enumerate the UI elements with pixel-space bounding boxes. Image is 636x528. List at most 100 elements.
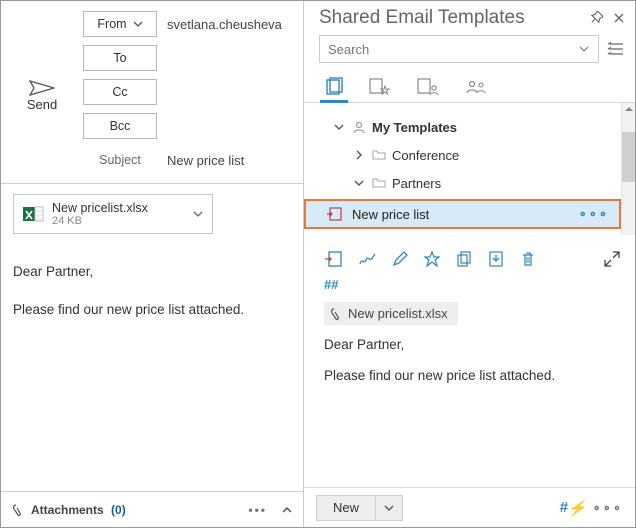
templates-pane: Shared Email Templates Search <box>304 1 635 527</box>
paperclip-icon <box>11 503 25 517</box>
chevron-down-icon <box>578 43 590 55</box>
chevron-down-icon <box>133 19 143 29</box>
copy-button[interactable] <box>456 251 472 267</box>
send-icon <box>29 79 55 97</box>
cc-button[interactable]: Cc <box>83 79 157 105</box>
search-input[interactable]: Search <box>319 35 599 63</box>
panel-title: Shared Email Templates <box>319 7 589 29</box>
to-label: To <box>113 51 126 65</box>
footer-more-button[interactable]: ∘∘∘ <box>593 500 623 516</box>
triangle-up-icon <box>622 103 636 115</box>
attachment-name: New pricelist.xlsx <box>52 201 192 215</box>
preview-attachment-name: New pricelist.xlsx <box>348 306 448 321</box>
close-icon <box>613 12 625 24</box>
compose-footer: Attachments (0) ••• <box>1 491 303 527</box>
footer-attachments-label[interactable]: Attachments (0) <box>31 503 126 517</box>
from-button[interactable]: From <box>83 11 157 37</box>
favorites-icon <box>368 77 392 97</box>
favorite-button[interactable] <box>424 251 440 267</box>
close-button[interactable] <box>613 12 625 24</box>
insert-template-icon <box>326 207 342 221</box>
scroll-thumb[interactable] <box>622 132 635 182</box>
subject-value[interactable]: New price list <box>167 153 303 168</box>
scrollbar[interactable] <box>621 103 635 235</box>
chevron-up-icon <box>281 504 293 516</box>
to-button[interactable]: To <box>83 45 157 71</box>
import-button[interactable] <box>488 251 504 267</box>
person-icon <box>352 120 366 134</box>
new-button-dropdown[interactable] <box>375 496 402 520</box>
trash-icon <box>520 251 536 267</box>
chevron-down-icon <box>384 503 394 513</box>
excel-icon <box>22 203 44 225</box>
preview-hash: ## <box>324 277 620 292</box>
new-button-label: New <box>317 496 375 520</box>
more-options-button[interactable]: ••• <box>248 503 267 517</box>
tab-shared[interactable] <box>416 71 440 102</box>
preview-toolbar <box>304 235 635 277</box>
macros-button[interactable]: #⚡ <box>560 499 587 517</box>
handwriting-icon <box>358 251 376 267</box>
edit-button[interactable] <box>392 251 408 267</box>
delete-button[interactable] <box>520 251 536 267</box>
chevron-down-icon[interactable] <box>192 208 204 220</box>
import-icon <box>488 251 504 267</box>
tabs-row <box>304 67 635 103</box>
tree-folder-label: Partners <box>392 176 441 191</box>
folder-icon <box>372 177 386 189</box>
compose-pane: Send From svetlana.cheusheva To <box>1 1 304 527</box>
options-button[interactable] <box>607 41 625 57</box>
tree-folder-conference[interactable]: Conference <box>304 141 621 169</box>
compose-header: Send From svetlana.cheusheva To <box>1 1 303 184</box>
copy-icon <box>456 251 472 267</box>
pin-button[interactable] <box>589 11 603 25</box>
expand-icon <box>604 251 620 267</box>
send-label: Send <box>27 97 57 112</box>
options-icon <box>607 41 625 57</box>
folder-icon <box>372 149 386 161</box>
paste-icon <box>324 251 342 267</box>
tree-folder-label: Conference <box>392 148 459 163</box>
handwriting-button[interactable] <box>358 251 376 267</box>
preview-line: Please find our new price list attached. <box>324 368 620 383</box>
template-icon <box>324 77 344 97</box>
templates-footer: New #⚡ ∘∘∘ <box>304 487 635 527</box>
tab-templates[interactable] <box>324 71 344 102</box>
app-window: Send From svetlana.cheusheva To <box>0 0 636 528</box>
body-line: Please find our new price list attached. <box>13 300 291 320</box>
search-placeholder: Search <box>328 42 578 57</box>
send-button[interactable]: Send <box>27 79 57 112</box>
attachment-size: 24 KB <box>52 215 192 227</box>
from-value[interactable]: svetlana.cheusheva <box>167 17 303 32</box>
template-preview: ## New pricelist.xlsx Dear Partner, Plea… <box>304 277 635 407</box>
template-tree: My Templates Conference Partners New pri… <box>304 103 635 235</box>
cc-label: Cc <box>112 85 127 99</box>
from-label: From <box>97 17 126 31</box>
shared-icon <box>416 77 440 97</box>
paste-button[interactable] <box>324 251 342 267</box>
bcc-button[interactable]: Bcc <box>83 113 157 139</box>
teams-icon <box>464 77 488 97</box>
pencil-icon <box>392 251 408 267</box>
tree-root-my-templates[interactable]: My Templates <box>304 113 621 141</box>
bcc-label: Bcc <box>110 119 131 133</box>
body-greeting: Dear Partner, <box>13 262 291 282</box>
tree-folder-partners[interactable]: Partners <box>304 169 621 197</box>
preview-greeting: Dear Partner, <box>324 337 620 352</box>
chevron-down-icon <box>334 122 344 132</box>
tree-item-selected[interactable]: New price list ∘∘∘ <box>304 199 621 229</box>
chevron-right-icon <box>354 150 364 160</box>
star-icon <box>424 251 440 267</box>
chevron-down-icon <box>354 178 364 188</box>
preview-attachment[interactable]: New pricelist.xlsx <box>324 302 458 325</box>
expand-button[interactable] <box>604 251 620 267</box>
paperclip-icon <box>330 307 342 321</box>
compose-body[interactable]: Dear Partner, Please find our new price … <box>1 242 303 491</box>
attachment-card[interactable]: New pricelist.xlsx 24 KB <box>13 194 213 234</box>
tab-teams[interactable] <box>464 71 488 102</box>
tree-root-label: My Templates <box>372 120 457 135</box>
tab-favorites[interactable] <box>368 71 392 102</box>
new-button[interactable]: New <box>316 495 403 521</box>
item-more-button[interactable]: ∘∘∘ <box>579 206 619 222</box>
collapse-button[interactable] <box>281 504 293 516</box>
